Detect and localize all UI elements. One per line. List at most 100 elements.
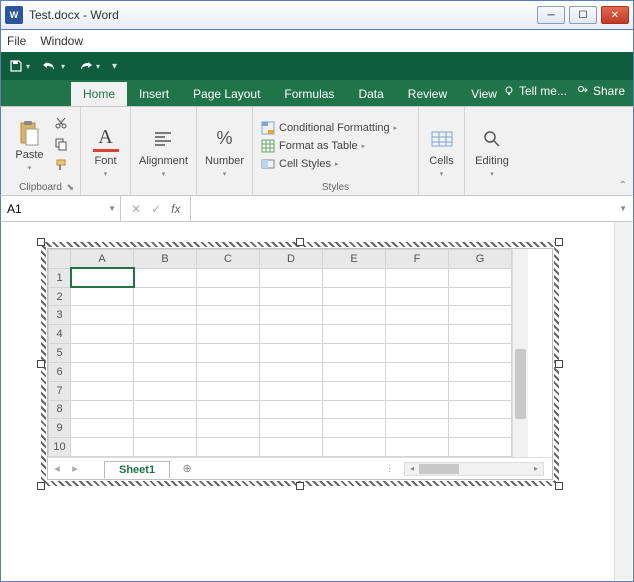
cell[interactable] — [71, 325, 134, 344]
cell[interactable] — [71, 268, 134, 287]
format-as-table-button[interactable]: Format as Table▸ — [259, 138, 367, 154]
share-button[interactable]: Share — [577, 84, 625, 98]
cell[interactable] — [260, 325, 323, 344]
cell[interactable] — [197, 287, 260, 306]
cell[interactable] — [323, 306, 386, 325]
cell[interactable] — [134, 362, 197, 381]
cell[interactable] — [386, 325, 449, 344]
customize-qat-button[interactable]: ▾ — [112, 61, 117, 72]
cell[interactable] — [134, 438, 197, 457]
column-header[interactable]: A — [71, 250, 134, 269]
cell[interactable] — [134, 268, 197, 287]
cut-button[interactable] — [54, 116, 68, 135]
row-header[interactable]: 3 — [49, 306, 71, 325]
cell[interactable] — [71, 306, 134, 325]
cell[interactable] — [386, 381, 449, 400]
number-button[interactable]: % Number ▾ — [203, 124, 246, 180]
cell[interactable] — [449, 325, 512, 344]
cell[interactable] — [449, 287, 512, 306]
cell[interactable] — [386, 268, 449, 287]
cell[interactable] — [386, 438, 449, 457]
resize-handle-sw[interactable] — [37, 482, 45, 490]
redo-button[interactable]: ▾ — [77, 59, 100, 73]
cell[interactable] — [197, 344, 260, 363]
enter-formula-button[interactable]: ✓ — [151, 202, 161, 216]
cell[interactable] — [260, 400, 323, 419]
cell[interactable] — [260, 438, 323, 457]
cell[interactable] — [197, 400, 260, 419]
cell[interactable] — [386, 287, 449, 306]
column-header[interactable]: E — [323, 250, 386, 269]
column-header[interactable]: F — [386, 250, 449, 269]
cell[interactable] — [260, 287, 323, 306]
cells-button[interactable]: Cells ▾ — [427, 124, 457, 180]
row-header[interactable]: 5 — [49, 344, 71, 363]
sheet-tab[interactable]: Sheet1 — [104, 461, 170, 478]
tab-home[interactable]: Home — [71, 82, 127, 106]
expand-formula-bar[interactable]: ▼ — [619, 204, 627, 213]
minimize-button[interactable]: ─ — [537, 6, 565, 24]
cell[interactable] — [323, 325, 386, 344]
cell[interactable] — [449, 419, 512, 438]
resize-handle-n[interactable] — [296, 238, 304, 246]
cell[interactable] — [197, 362, 260, 381]
cell[interactable] — [323, 362, 386, 381]
add-sheet-button[interactable]: ⊕ — [176, 460, 198, 478]
collapse-ribbon-button[interactable]: ⌃ — [619, 180, 627, 191]
cell[interactable] — [323, 438, 386, 457]
alignment-button[interactable]: Alignment ▾ — [137, 124, 190, 180]
format-painter-button[interactable] — [54, 158, 68, 177]
cell[interactable] — [134, 400, 197, 419]
cell[interactable] — [386, 400, 449, 419]
sheet-vertical-scrollbar[interactable] — [512, 249, 528, 457]
column-header[interactable]: G — [449, 250, 512, 269]
conditional-formatting-button[interactable]: Conditional Formatting▸ — [259, 120, 399, 136]
cell[interactable] — [386, 419, 449, 438]
resize-handle-w[interactable] — [37, 360, 45, 368]
sheet-nav-prev[interactable]: ◂ — [48, 462, 66, 475]
cell[interactable] — [197, 325, 260, 344]
cell[interactable] — [134, 344, 197, 363]
cell[interactable] — [71, 344, 134, 363]
tell-me-search[interactable]: Tell me... — [503, 84, 567, 98]
row-header[interactable]: 7 — [49, 381, 71, 400]
cell[interactable] — [134, 381, 197, 400]
cell[interactable] — [134, 306, 197, 325]
tab-page-layout[interactable]: Page Layout — [181, 82, 272, 106]
cell[interactable] — [260, 344, 323, 363]
cell[interactable] — [323, 287, 386, 306]
cell[interactable] — [71, 287, 134, 306]
row-header[interactable]: 8 — [49, 400, 71, 419]
cell[interactable] — [134, 325, 197, 344]
row-header[interactable]: 10 — [49, 438, 71, 457]
cell[interactable] — [449, 362, 512, 381]
tab-review[interactable]: Review — [396, 82, 459, 106]
cell[interactable] — [386, 362, 449, 381]
menu-file[interactable]: File — [7, 34, 26, 48]
cancel-formula-button[interactable]: ✕ — [131, 202, 141, 216]
cell[interactable] — [323, 268, 386, 287]
cell[interactable] — [71, 400, 134, 419]
clipboard-launcher[interactable]: ⬊ — [66, 182, 74, 193]
cell[interactable] — [449, 344, 512, 363]
cell[interactable] — [449, 381, 512, 400]
resize-handle-se[interactable] — [555, 482, 563, 490]
save-button[interactable]: ▾ — [9, 59, 30, 73]
cell[interactable] — [449, 306, 512, 325]
row-header[interactable]: 1 — [49, 268, 71, 287]
column-header[interactable]: B — [134, 250, 197, 269]
cell[interactable] — [323, 381, 386, 400]
tab-insert[interactable]: Insert — [127, 82, 181, 106]
font-button[interactable]: A Font ▾ — [91, 124, 121, 180]
cell[interactable] — [260, 306, 323, 325]
row-header[interactable]: 6 — [49, 362, 71, 381]
cell[interactable] — [386, 344, 449, 363]
cell[interactable] — [197, 438, 260, 457]
resize-handle-e[interactable] — [555, 360, 563, 368]
cell[interactable] — [71, 438, 134, 457]
formula-input[interactable]: ▼ — [191, 196, 633, 221]
cell-styles-button[interactable]: Cell Styles▸ — [259, 156, 340, 172]
cell[interactable] — [449, 268, 512, 287]
cell[interactable] — [323, 419, 386, 438]
cell[interactable] — [323, 344, 386, 363]
